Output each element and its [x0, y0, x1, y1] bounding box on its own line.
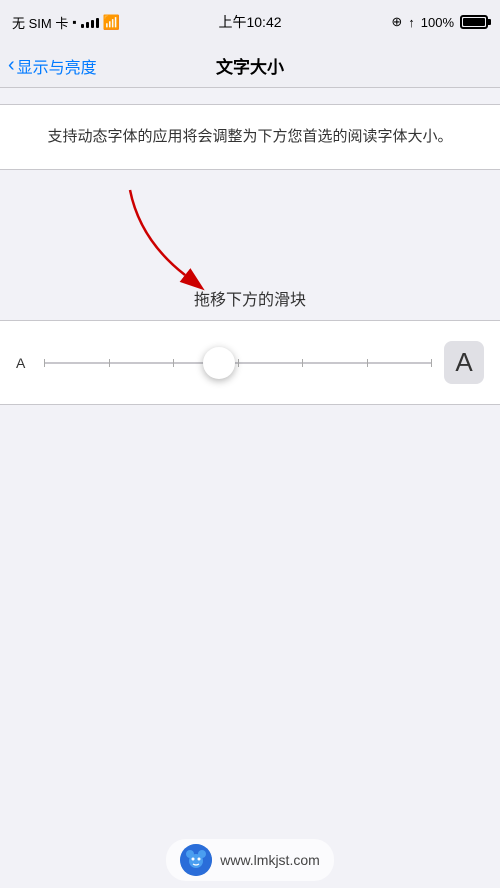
slider-thumb[interactable] [203, 347, 235, 379]
tick-4 [238, 359, 239, 367]
slider-track [44, 362, 432, 364]
carrier-text: 无 SIM 卡 [12, 13, 68, 32]
sim-icon: ▪ [72, 15, 76, 29]
battery-percent: 100% [421, 15, 454, 30]
watermark-logo [180, 844, 212, 876]
back-label: 显示与亮度 [17, 54, 97, 78]
nav-bar: ‹ 显示与亮度 文字大小 [0, 44, 500, 88]
tick-1 [44, 359, 45, 367]
wifi-icon: 📶 [103, 14, 120, 31]
battery-fill [463, 18, 485, 26]
status-right: ⊕ ↑ 100% [391, 14, 488, 30]
main-content: 支持动态字体的应用将会调整为下方您首选的阅读字体大小。 拖移下方的滑块 A [0, 104, 500, 405]
signal-bar-4 [96, 18, 99, 28]
signal-bar-2 [86, 22, 89, 28]
red-arrow-annotation [100, 180, 240, 300]
slider-section: A A [0, 320, 500, 405]
tick-7 [431, 359, 432, 367]
arrow-icon: ↑ [408, 15, 415, 30]
battery-container [460, 15, 488, 29]
tick-2 [109, 359, 110, 367]
back-chevron-icon: ‹ [8, 54, 15, 77]
slider-label-small: A [16, 355, 32, 371]
signal-bar-3 [91, 20, 94, 28]
signal-bars [81, 16, 99, 28]
battery [460, 15, 488, 29]
slider-track-container[interactable] [44, 348, 432, 378]
status-bar: 无 SIM 卡 ▪ 📶 上午10:42 ⊕ ↑ 100% [0, 0, 500, 44]
tick-6 [367, 359, 368, 367]
nav-back-button[interactable]: ‹ 显示与亮度 [0, 54, 97, 78]
instruction-area: 拖移下方的滑块 [0, 170, 500, 320]
status-left: 无 SIM 卡 ▪ 📶 [12, 13, 120, 32]
description-card: 支持动态字体的应用将会调整为下方您首选的阅读字体大小。 [0, 104, 500, 170]
description-text: 支持动态字体的应用将会调整为下方您首选的阅读字体大小。 [16, 125, 484, 149]
signal-bar-1 [81, 24, 84, 28]
slider-label-large: A [444, 341, 484, 384]
watermark-url: www.lmkjst.com [220, 852, 320, 868]
watermark-area: www.lmkjst.com [0, 832, 500, 888]
watermark-badge: www.lmkjst.com [166, 839, 334, 881]
tick-3 [173, 359, 174, 367]
location-icon: ⊕ [391, 14, 402, 30]
status-time: 上午10:42 [218, 12, 281, 32]
tick-5 [302, 359, 303, 367]
logo-svg [180, 844, 212, 876]
page-title: 文字大小 [216, 53, 284, 78]
